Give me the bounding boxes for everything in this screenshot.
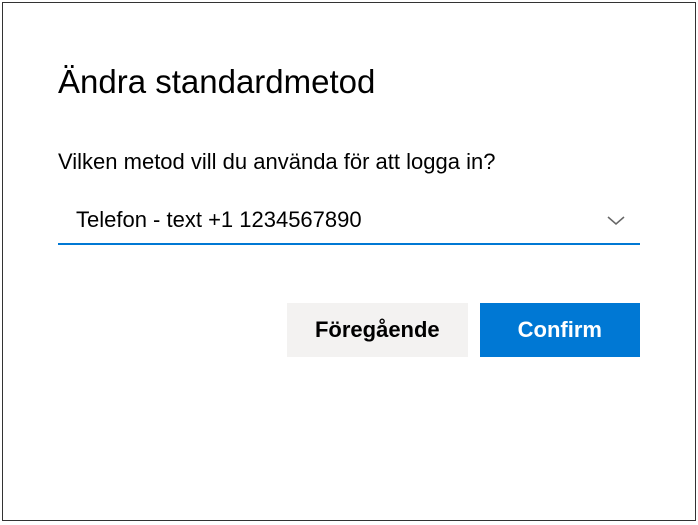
dialog-title: Ändra standardmetod xyxy=(58,63,640,101)
change-default-method-dialog: Ändra standardmetod Vilken metod vill du… xyxy=(2,2,696,521)
dropdown-selected-value: Telefon - text +1 1234567890 xyxy=(76,207,362,233)
back-button[interactable]: Föregående xyxy=(287,303,468,357)
button-row: Föregående Confirm xyxy=(58,303,640,357)
prompt-label: Vilken metod vill du använda för att log… xyxy=(58,149,640,175)
chevron-down-icon xyxy=(606,214,626,226)
confirm-button[interactable]: Confirm xyxy=(480,303,640,357)
method-dropdown[interactable]: Telefon - text +1 1234567890 xyxy=(58,197,640,245)
